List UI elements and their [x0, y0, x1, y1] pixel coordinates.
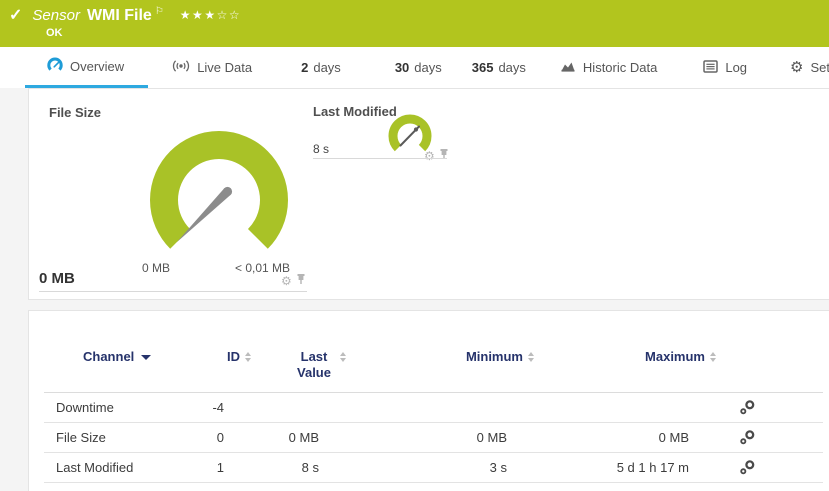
tab-365-days[interactable]: 365 days: [472, 47, 526, 88]
ok-check-icon: ✓: [9, 5, 22, 25]
column-header-channel-label: Channel: [83, 349, 134, 364]
cell-id: 1: [177, 460, 224, 475]
last-modified-widget-gear-icon[interactable]: ⚙: [424, 150, 435, 162]
file-size-widget-gear-icon[interactable]: ⚙: [281, 275, 292, 287]
tab-30-days-label: days: [414, 60, 441, 75]
flag-icon[interactable]: ⚐: [155, 6, 164, 17]
table-row-downtime: Downtime -4: [44, 393, 823, 423]
last-modified-widget-pin-icon[interactable]: [439, 147, 449, 165]
file-size-current-value: 0 MB: [39, 270, 75, 287]
channel-settings-wrench-icon[interactable]: [739, 459, 756, 476]
tab-log[interactable]: Log: [703, 47, 747, 88]
tab-2-days-label: days: [313, 60, 340, 75]
channel-table-header: Channel ID Last Value Minimum Maximum: [44, 311, 823, 393]
cell-last-value: 8 s: [224, 460, 319, 475]
column-header-minimum[interactable]: Minimum: [346, 349, 534, 364]
column-header-id[interactable]: ID: [204, 349, 251, 364]
cell-minimum: 3 s: [319, 460, 507, 475]
tab-settings[interactable]: ⚙ Settings: [790, 47, 829, 88]
last-modified-widget-divider: [313, 158, 447, 159]
table-row-file-size: File Size 0 0 MB 0 MB 0 MB: [44, 423, 823, 453]
column-header-maximum-label: Maximum: [645, 349, 705, 364]
cell-last-value: 0 MB: [224, 430, 319, 445]
tab-overview-label: Overview: [70, 59, 124, 74]
file-size-widget-pin-icon[interactable]: [296, 272, 306, 290]
file-size-widget-title: File Size: [49, 105, 101, 120]
tab-365-days-label: days: [498, 60, 525, 75]
cell-channel: File Size: [44, 430, 177, 445]
sort-arrows-icon: [710, 352, 716, 362]
channel-settings-wrench-icon[interactable]: [739, 429, 756, 446]
tab-live-data-label: Live Data: [197, 60, 252, 75]
cell-channel: Last Modified: [44, 460, 177, 475]
table-row-last-modified: Last Modified 1 8 s 3 s 5 d 1 h 17 m: [44, 453, 823, 483]
status-badge: OK: [46, 27, 63, 39]
tab-log-label: Log: [725, 60, 747, 75]
tab-2-days-number: 2: [301, 60, 308, 75]
gauge-icon: [47, 57, 63, 76]
tab-30-days[interactable]: 30 days: [395, 47, 442, 88]
tab-overview[interactable]: Overview: [25, 47, 148, 88]
log-list-icon: [703, 60, 718, 76]
tab-historic-data-label: Historic Data: [583, 60, 657, 75]
area-chart-icon: [560, 59, 576, 76]
column-header-minimum-label: Minimum: [466, 349, 523, 364]
cell-id: -4: [177, 400, 224, 415]
cell-id: 0: [177, 430, 224, 445]
sensor-kind-label: Sensor: [32, 7, 80, 24]
gear-icon: ⚙: [790, 60, 803, 75]
tab-2-days[interactable]: 2 days: [301, 47, 341, 88]
channel-settings-wrench-icon[interactable]: [739, 399, 756, 416]
gauges-panel: File Size 0 MB < 0,01 MB 0 MB ⚙ Last Mod…: [28, 88, 829, 300]
tab-live-data[interactable]: Live Data: [172, 47, 252, 88]
tab-30-days-number: 30: [395, 60, 409, 75]
tab-settings-label: Settings: [811, 60, 829, 75]
cell-minimum: 0 MB: [319, 430, 507, 445]
column-header-id-label: ID: [227, 349, 240, 364]
column-header-channel[interactable]: Channel: [71, 349, 204, 364]
broadcast-icon: [172, 59, 190, 76]
cell-channel: Downtime: [44, 400, 177, 415]
file-size-gauge-min-label: 0 MB: [142, 261, 170, 275]
sensor-title: WMI File: [87, 7, 152, 25]
priority-stars[interactable]: ★★★☆☆: [180, 8, 241, 22]
file-size-widget-divider: [39, 291, 307, 292]
tab-historic-data[interactable]: Historic Data: [560, 47, 657, 88]
channel-table-panel: Channel ID Last Value Minimum Maximum Do…: [28, 310, 829, 491]
file-size-gauge: [134, 115, 304, 285]
tab-365-days-number: 365: [472, 60, 494, 75]
column-header-last-value[interactable]: Last Value: [251, 349, 346, 382]
sort-caret-down-icon: [141, 355, 151, 360]
tab-bar: Overview Live Data 2 days 30 days 365 da…: [0, 47, 829, 88]
last-modified-current-value: 8 s: [313, 142, 329, 156]
column-header-maximum[interactable]: Maximum: [534, 349, 716, 364]
cell-maximum: 0 MB: [507, 430, 689, 445]
column-header-last-value-label: Last Value: [293, 349, 335, 382]
cell-maximum: 5 d 1 h 17 m: [507, 460, 689, 475]
sensor-header: ✓ Sensor WMI File ⚐ ★★★☆☆ OK: [0, 0, 829, 47]
